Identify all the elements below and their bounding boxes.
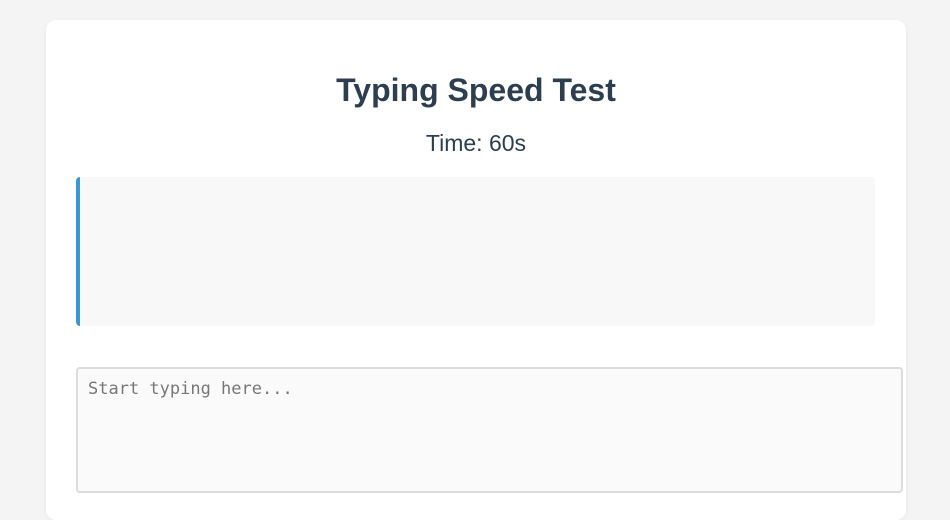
timer-value: 60s: [488, 130, 527, 156]
test-card: Typing Speed Test Time: 60s: [46, 20, 906, 520]
text-display: [76, 177, 875, 326]
timer: Time: 60s: [46, 130, 906, 156]
timer-label: Time:: [425, 130, 489, 156]
typing-input[interactable]: [76, 367, 903, 493]
page-title: Typing Speed Test: [336, 72, 616, 108]
